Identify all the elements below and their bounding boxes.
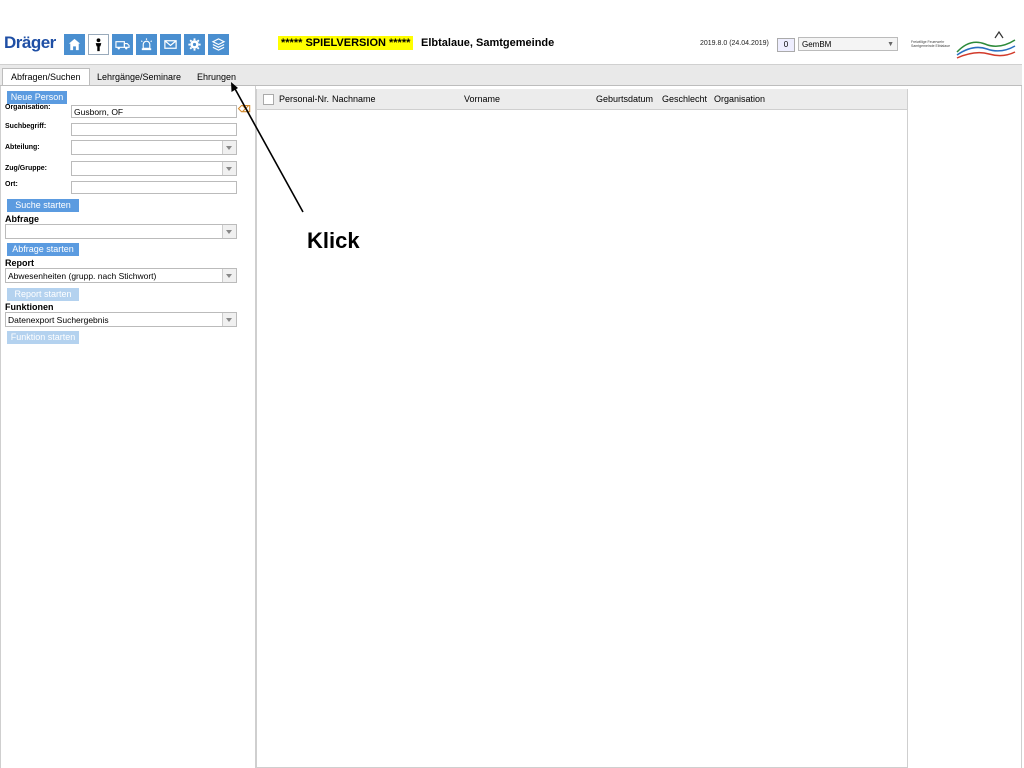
version-label: 2019.8.0 (24.04.2019) — [700, 40, 769, 47]
demo-version-banner: ***** SPIELVERSION ***** — [278, 36, 414, 50]
role-value: GemBM — [802, 40, 832, 49]
truck-icon — [115, 41, 130, 50]
person-button[interactable] — [88, 34, 109, 55]
role-select[interactable]: GemBM ▼ — [798, 37, 898, 51]
suchbegriff-label: Suchbegriff: — [5, 123, 47, 130]
grid-header: Personal-Nr. Nachname Vorname Geburtsdat… — [257, 89, 907, 110]
new-person-button[interactable]: Neue Person — [7, 91, 67, 104]
tab-ehrungen[interactable]: Ehrungen — [189, 69, 244, 85]
tab-bar: Abfragen/Suchen Lehrgänge/Seminare Ehrun… — [0, 64, 1022, 86]
alarm-icon — [140, 38, 153, 51]
results-grid: Personal-Nr. Nachname Vorname Geburtsdat… — [256, 89, 908, 768]
notification-counter[interactable]: 0 — [777, 38, 795, 52]
vehicle-button[interactable] — [112, 34, 133, 55]
chevron-down-icon — [222, 225, 236, 238]
home-button[interactable] — [64, 34, 85, 55]
column-geschlecht[interactable]: Geschlecht — [662, 94, 707, 104]
clear-organisation-icon[interactable]: ⌫ — [238, 104, 251, 115]
funktionen-value: Datenexport Suchergebnis — [8, 315, 109, 325]
fire-brigade-logo — [956, 30, 1016, 59]
query-start-button[interactable]: Abfrage starten — [7, 243, 79, 256]
report-section-title: Report — [5, 258, 34, 268]
search-start-button[interactable]: Suche starten — [7, 199, 79, 212]
ort-input[interactable] — [71, 181, 237, 194]
chevron-down-icon — [222, 313, 236, 326]
mail-icon — [164, 40, 177, 49]
annotation-klick: Klick — [307, 228, 360, 253]
alarm-button[interactable] — [136, 34, 157, 55]
zug-gruppe-select[interactable] — [71, 161, 237, 176]
gear-icon — [188, 38, 201, 51]
column-geburtsdatum[interactable]: Geburtsdatum — [596, 94, 653, 104]
abteilung-select[interactable] — [71, 140, 237, 155]
settings-button[interactable] — [184, 34, 205, 55]
person-icon — [95, 38, 102, 52]
layers-icon — [211, 38, 226, 51]
function-start-button[interactable]: Funktion starten — [7, 331, 79, 344]
organization-title: Elbtalaue, Samtgemeinde — [421, 37, 555, 49]
report-start-button[interactable]: Report starten — [7, 288, 79, 301]
column-vorname[interactable]: Vorname — [464, 94, 500, 104]
funktionen-section-title: Funktionen — [5, 302, 54, 312]
chevron-down-icon — [222, 141, 236, 154]
report-select[interactable]: Abwesenheiten (grupp. nach Stichwort) — [5, 268, 237, 283]
organisation-label: Organisation: — [5, 104, 51, 111]
funktionen-select[interactable]: Datenexport Suchergebnis — [5, 312, 237, 327]
column-organisation[interactable]: Organisation — [714, 94, 765, 104]
layers-button[interactable] — [208, 34, 229, 55]
chevron-down-icon — [222, 269, 236, 282]
chevron-down-icon — [222, 162, 236, 175]
main-nav — [64, 34, 229, 55]
select-all-checkbox[interactable] — [263, 94, 274, 105]
home-icon — [68, 38, 81, 51]
tab-abfragen-suchen[interactable]: Abfragen/Suchen — [2, 68, 90, 85]
draeger-logo: Dräger — [4, 33, 56, 52]
abteilung-label: Abteilung: — [5, 144, 40, 151]
abfrage-section-title: Abfrage — [5, 214, 40, 224]
right-panel — [907, 86, 1022, 768]
column-nachname[interactable]: Nachname — [332, 94, 376, 104]
report-value: Abwesenheiten (grupp. nach Stichwort) — [8, 271, 157, 281]
mail-button[interactable] — [160, 34, 181, 55]
suchbegriff-input[interactable] — [71, 123, 237, 136]
organisation-field[interactable]: Gusborn, OF — [71, 105, 237, 118]
abfrage-select[interactable] — [5, 224, 237, 239]
tab-lehrgaenge-seminare[interactable]: Lehrgänge/Seminare — [89, 69, 189, 85]
zug-gruppe-label: Zug/Gruppe: — [5, 165, 47, 172]
column-personal-nr[interactable]: Personal-Nr. — [279, 94, 329, 104]
brand-text: Freiwillige Feuerwehr Samtgemeinde Elbta… — [911, 40, 951, 48]
chevron-down-icon: ▼ — [887, 41, 894, 48]
ort-label: Ort: — [5, 181, 18, 188]
